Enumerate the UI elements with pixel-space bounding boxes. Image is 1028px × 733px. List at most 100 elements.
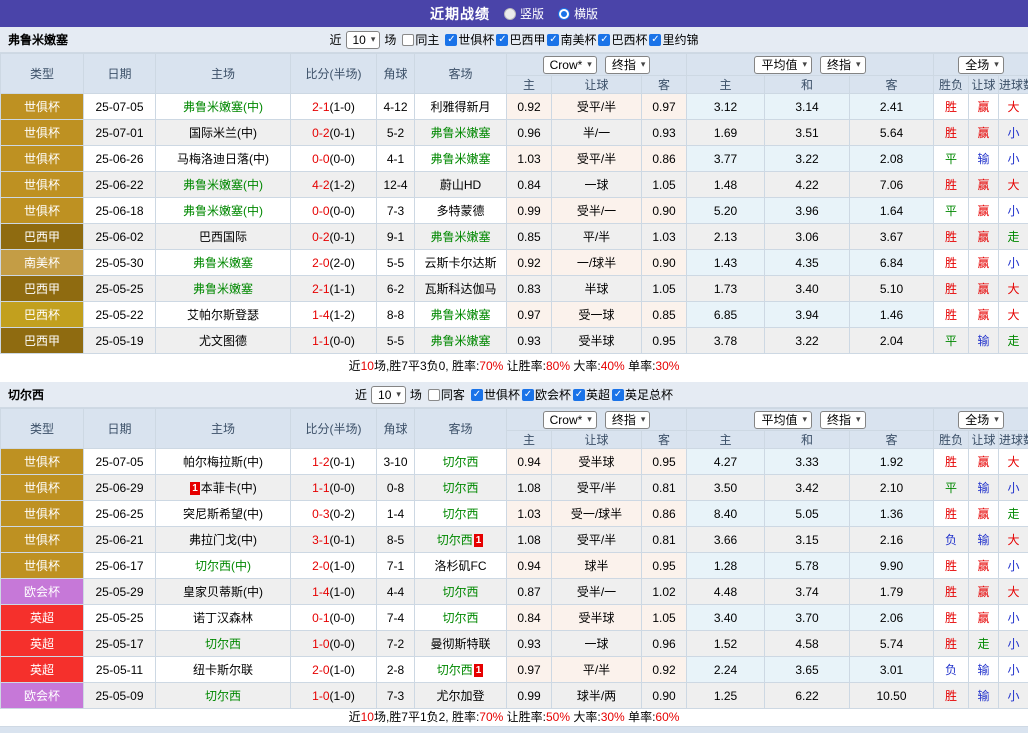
- result-goals: 小: [999, 631, 1028, 657]
- league-filter[interactable]: ✓欧会杯: [522, 386, 571, 403]
- home-team-name: 弗鲁米嫩塞: [193, 282, 253, 296]
- checkbox-checked-icon[interactable]: ✓: [471, 389, 483, 401]
- result-winloss: 胜: [934, 501, 969, 527]
- asian-odds-home: 0.99: [507, 683, 552, 709]
- checkbox-checked-icon[interactable]: ✓: [573, 389, 585, 401]
- checkbox-checked-icon[interactable]: ✓: [612, 389, 624, 401]
- asian-handicap: 受平/半: [552, 475, 642, 501]
- col-goals: 进球数: [999, 431, 1028, 449]
- league-filter[interactable]: ✓里约锦: [649, 31, 698, 48]
- checkbox-checked-icon[interactable]: ✓: [598, 34, 610, 46]
- chevron-down-icon: ▾: [371, 35, 376, 44]
- checkbox-checked-icon[interactable]: ✓: [496, 34, 508, 46]
- checkbox-checked-icon[interactable]: ✓: [547, 34, 559, 46]
- result-handicap: 赢: [969, 198, 999, 224]
- euro-odds-home: 1.73: [687, 276, 765, 302]
- asian-handicap: 一球: [552, 631, 642, 657]
- asian-handicap: 受平/半: [552, 146, 642, 172]
- home-team-name: 艾帕尔斯登瑟: [187, 308, 259, 322]
- league-filter[interactable]: ✓巴西杯: [598, 31, 647, 48]
- league-filter[interactable]: ✓世俱杯: [445, 31, 494, 48]
- asian-handicap: 受半/一: [552, 579, 642, 605]
- bookmaker-select[interactable]: Crow*▾: [543, 411, 597, 429]
- euro-odds-home: 1.25: [687, 683, 765, 709]
- bookmaker-select[interactable]: Crow*▾: [543, 56, 597, 74]
- euro-odds-draw: 3.06: [765, 224, 850, 250]
- home-team: 切尔西: [156, 631, 291, 657]
- euro-odds-home: 1.28: [687, 553, 765, 579]
- result-handicap: 走: [969, 631, 999, 657]
- fulltime-score: 4-2: [312, 178, 329, 192]
- asian-odds-away: 0.86: [642, 501, 687, 527]
- halftime-score: (0-0): [330, 481, 355, 495]
- checkbox-checked-icon[interactable]: ✓: [445, 34, 457, 46]
- corner-count: 5-5: [377, 328, 415, 354]
- league-filter[interactable]: ✓巴西甲: [496, 31, 545, 48]
- same-venue-filter[interactable]: 同客: [428, 386, 465, 403]
- col-asian-handicap: 让球: [552, 76, 642, 94]
- asian-odds-home: 1.03: [507, 146, 552, 172]
- checkbox-checked-icon[interactable]: ✓: [649, 34, 661, 46]
- league-filter[interactable]: ✓世俱杯: [471, 386, 520, 403]
- halftime-score: (0-0): [330, 637, 355, 651]
- league-filter[interactable]: ✓南美杯: [547, 31, 596, 48]
- home-team: 国际米兰(中): [156, 120, 291, 146]
- away-team: 切尔西1: [415, 657, 507, 683]
- record-summary: 近10场,胜7平1负2, 胜率:70% 让胜率:50% 大率:30% 单率:60…: [0, 709, 1028, 726]
- corner-count: 7-1: [377, 553, 415, 579]
- result-winloss: 胜: [934, 605, 969, 631]
- layout-option-vertical[interactable]: 竖版: [504, 5, 544, 22]
- red-card-badge: 1: [474, 664, 484, 677]
- checkbox-checked-icon[interactable]: ✓: [522, 389, 534, 401]
- col-score: 比分(半场): [291, 409, 377, 449]
- radio-unselected-icon[interactable]: [504, 8, 516, 20]
- league-filter[interactable]: ✓英超: [573, 386, 610, 403]
- corner-count: 3-10: [377, 449, 415, 475]
- same-venue-filter[interactable]: 同主: [402, 31, 439, 48]
- final-odds-select[interactable]: 终指▾: [605, 56, 651, 74]
- layout-option-horizontal[interactable]: 横版: [558, 5, 598, 22]
- match-date: 25-05-09: [84, 683, 156, 709]
- final-odds-select[interactable]: 终指▾: [820, 56, 866, 74]
- asian-handicap: 受半/一: [552, 198, 642, 224]
- asian-odds-away: 0.95: [642, 449, 687, 475]
- league-badge: 世俱杯: [1, 172, 84, 198]
- euro-odds-home: 2.13: [687, 224, 765, 250]
- euro-odds-away: 2.06: [850, 605, 934, 631]
- average-select[interactable]: 平均值▾: [754, 411, 812, 429]
- away-team: 蔚山HD: [415, 172, 507, 198]
- average-select[interactable]: 平均值▾: [754, 56, 812, 74]
- asian-odds-home: 0.87: [507, 579, 552, 605]
- home-team-name: 弗拉门戈(中): [189, 533, 257, 547]
- fulltime-select[interactable]: 全场▾: [958, 56, 1004, 74]
- result-goals: 小: [999, 146, 1028, 172]
- fulltime-select[interactable]: 全场▾: [958, 411, 1004, 429]
- corner-count: 4-12: [377, 94, 415, 120]
- match-row: 巴西甲25-05-19尤文图德1-1(0-0)5-5弗鲁米嫩塞0.93受半球0.…: [1, 328, 1028, 354]
- final-odds-select[interactable]: 终指▾: [605, 411, 651, 429]
- checkbox-unchecked-icon[interactable]: [428, 389, 440, 401]
- asian-odds-home: 1.08: [507, 475, 552, 501]
- col-euro-home: 主: [687, 76, 765, 94]
- euro-odds-draw: 4.22: [765, 172, 850, 198]
- euro-odds-away: 1.64: [850, 198, 934, 224]
- same-venue-label: 同客: [441, 386, 465, 403]
- league-filter[interactable]: ✓英足总杯: [612, 386, 673, 403]
- match-count-select[interactable]: 10▾: [346, 31, 381, 49]
- corner-count: 0-8: [377, 475, 415, 501]
- fulltime-score: 1-4: [312, 308, 329, 322]
- match-row: 巴西甲25-05-25弗鲁米嫩塞2-1(1-1)6-2瓦斯科达伽马0.83半球1…: [1, 276, 1028, 302]
- match-score: 0-0(0-0): [291, 198, 377, 224]
- summary-segment: 场,胜7平3负0, 胜率:: [374, 359, 479, 373]
- euro-odds-away: 2.16: [850, 527, 934, 553]
- league-filter-label: 南美杯: [560, 31, 596, 48]
- radio-selected-icon[interactable]: [558, 8, 570, 20]
- asian-odds-away: 0.81: [642, 527, 687, 553]
- match-score: 4-2(1-2): [291, 172, 377, 198]
- col-handicap-result: 让球: [969, 431, 999, 449]
- checkbox-unchecked-icon[interactable]: [402, 34, 414, 46]
- match-score: 1-1(0-0): [291, 328, 377, 354]
- match-count-select[interactable]: 10▾: [371, 386, 406, 404]
- league-badge: 巴西甲: [1, 328, 84, 354]
- final-odds-select[interactable]: 终指▾: [820, 411, 866, 429]
